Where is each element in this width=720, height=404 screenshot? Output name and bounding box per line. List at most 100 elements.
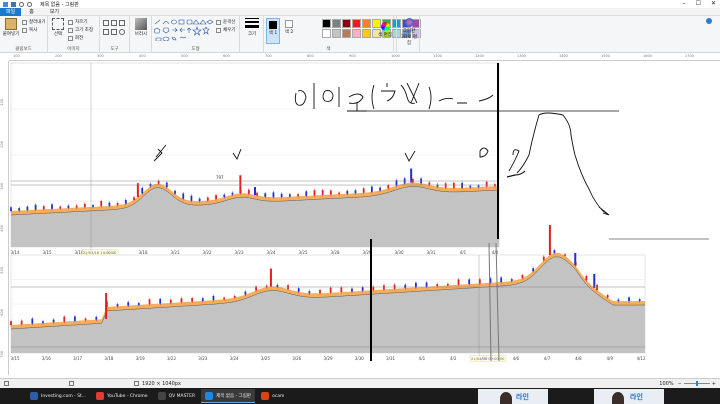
thumbnail-right[interactable]: 라인: [594, 389, 664, 404]
top-ruler: 100 200 300 400 500 600 700 800 900 1000 1100 1200 1…: [9, 53, 720, 61]
date-tick-label: 3/29: [324, 356, 333, 361]
palette-swatch[interactable]: [322, 29, 331, 38]
candle: [233, 295, 236, 298]
magnifier-icon[interactable]: [119, 29, 125, 35]
select-button[interactable]: 선택: [50, 18, 66, 37]
candle: [206, 197, 209, 201]
taskbar-item[interactable]: 제목 없음 - 그림판: [201, 389, 256, 403]
rotate-button[interactable]: 회전: [68, 35, 83, 41]
candle: [63, 316, 66, 322]
home-tab[interactable]: 홈: [21, 8, 42, 16]
candle: [387, 185, 390, 189]
tools-group: 도구: [100, 16, 130, 53]
candle: [500, 277, 503, 283]
ruler-tick: 1300: [517, 54, 526, 58]
zoom-slider-thumb[interactable]: [695, 381, 698, 386]
candle: [425, 282, 428, 287]
taskbar-item[interactable]: ocam: [257, 389, 288, 403]
palette-swatch[interactable]: [352, 29, 361, 38]
candle: [308, 291, 311, 294]
outline-button[interactable]: 윤곽선: [216, 19, 235, 25]
size-button[interactable]: 크기: [242, 18, 262, 37]
paste-button[interactable]: 붙여넣기: [2, 18, 20, 37]
paint3d-button[interactable]: 그림판 3D로 편집: [399, 18, 419, 46]
fill-button[interactable]: 채우기: [216, 27, 235, 33]
edit-colors-button[interactable]: 색 편집: [378, 22, 392, 38]
cut-button[interactable]: 잘라내기: [22, 19, 46, 25]
color-wheel-icon: [380, 22, 390, 31]
palette-swatch[interactable]: [332, 19, 341, 28]
candle: [542, 256, 545, 261]
thumbnail-left[interactable]: 라인: [478, 389, 548, 404]
candle: [370, 186, 373, 192]
candle: [297, 194, 299, 197]
taskbar-item[interactable]: Investing.com - St...: [26, 389, 90, 403]
palette-swatch[interactable]: [362, 29, 371, 38]
candle: [553, 250, 556, 253]
zoom-out-icon[interactable]: −: [678, 381, 682, 387]
price-label: 797: [216, 175, 224, 180]
candle: [52, 319, 55, 323]
palette-swatch[interactable]: [362, 19, 371, 28]
candle: [319, 289, 321, 294]
size-group: 크기: [240, 16, 264, 53]
color1-button[interactable]: 색 1: [266, 18, 280, 44]
maximize-icon[interactable]: ☐: [696, 0, 701, 8]
candle: [256, 192, 258, 196]
window-title: 제목 없음 - 그림판: [40, 1, 79, 8]
text-icon[interactable]: [119, 20, 125, 26]
crop-button[interactable]: 자르기: [68, 19, 87, 25]
palette-swatch[interactable]: [342, 19, 351, 28]
color-picker-icon[interactable]: [111, 29, 117, 35]
ruler-tick: 900: [349, 54, 356, 58]
candle: [354, 190, 357, 194]
shapes-group: 윤곽선 채우기 도형: [152, 16, 240, 53]
candle: [452, 182, 455, 188]
candle: [457, 279, 460, 285]
view-tab[interactable]: 보기: [42, 8, 67, 16]
candle: [329, 190, 332, 195]
file-menu[interactable]: 파일: [0, 7, 22, 16]
candle: [638, 299, 641, 302]
candle: [313, 190, 316, 196]
date-tick-label: 3/31: [386, 356, 395, 361]
date-tick-label: 3/31: [427, 250, 436, 255]
candle: [212, 295, 215, 301]
candle: [305, 191, 308, 196]
taskbar-item[interactable]: YouTube - Chrome: [92, 389, 151, 403]
resize-button[interactable]: 크기 조정: [68, 27, 93, 33]
candle: [254, 187, 256, 196]
palette-swatch[interactable]: [322, 19, 331, 28]
save-icon[interactable]: [11, 1, 16, 7]
minimize-icon[interactable]: –: [683, 0, 686, 8]
pencil-icon[interactable]: [103, 20, 109, 26]
undo-icon[interactable]: [19, 1, 24, 7]
date-tick-label: 3/22: [203, 250, 212, 255]
copy-button[interactable]: 복사: [22, 27, 37, 33]
ribbon: 붙여넣기 잘라내기 복사 클립보드 선택 자르기 크기 조정 회전 이미지 도구…: [0, 16, 720, 53]
copy-icon: [22, 27, 27, 33]
brushes-button[interactable]: 브러시: [132, 18, 150, 37]
candle: [133, 197, 135, 200]
palette-swatch[interactable]: [332, 29, 341, 38]
candle: [247, 189, 250, 194]
zoom-in-icon[interactable]: +: [712, 381, 716, 387]
shapes-gallery[interactable]: [154, 19, 216, 41]
eraser-icon[interactable]: [103, 29, 109, 35]
palette-swatch[interactable]: [342, 29, 351, 38]
drawing-canvas[interactable]: 3/14 3/15 3/16 3/17 3/18 3/21 3/22 3/23 3/24 3/25…: [9, 61, 720, 375]
fill-icon[interactable]: [111, 20, 117, 26]
date-tick-label: 3/14: [11, 250, 20, 255]
ruler-tick: 300: [97, 54, 104, 58]
redo-icon[interactable]: [27, 1, 32, 7]
close-icon[interactable]: ✕: [711, 0, 716, 8]
zoom-slider[interactable]: [683, 381, 710, 386]
date-tick-label: 3/25: [299, 250, 308, 255]
taskbar-item[interactable]: QV MASTER: [154, 389, 200, 403]
crosshair-date-label: 22/03/16 14:00:00: [83, 251, 117, 255]
color2-button[interactable]: 색 2: [282, 18, 296, 35]
date-tick-label: 4/6: [513, 356, 520, 361]
palette-swatch[interactable]: [352, 19, 361, 28]
candle: [141, 187, 144, 194]
help-icon[interactable]: [706, 18, 712, 24]
